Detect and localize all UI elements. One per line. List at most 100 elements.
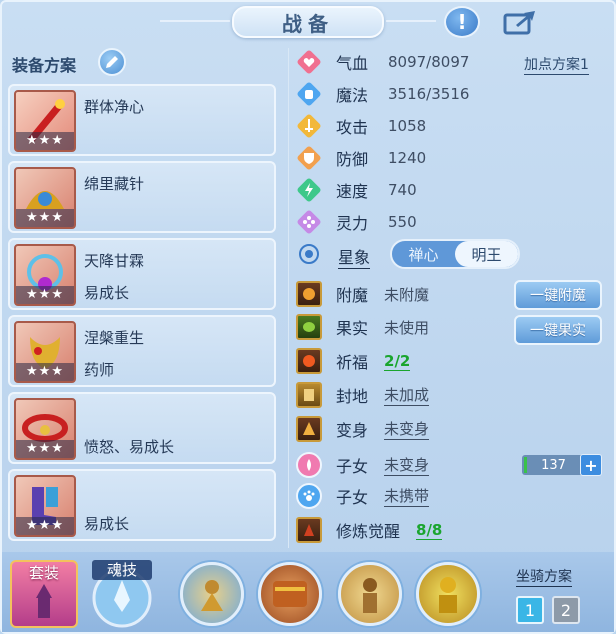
fruit-label: 果实: [336, 319, 369, 338]
stat-value: 8097/8097: [388, 53, 470, 71]
star-sign-link[interactable]: 星象: [338, 244, 371, 269]
fruit-value: 未使用: [384, 318, 430, 337]
plus-button[interactable]: +: [580, 454, 602, 476]
star-rating: ★★★: [16, 440, 74, 458]
soul-skill-button[interactable]: 魂技: [88, 560, 156, 628]
seal-row: 封地 未加成: [296, 381, 430, 409]
plan-list: ★★★ 群体净心 ★★★ 绵里藏针 ★★★ 天降甘霖 易成长 ★★★ 涅槃重生 …: [8, 84, 276, 546]
mount-plan-2-button[interactable]: 2: [552, 596, 580, 624]
golden-guardian-icon: [439, 577, 457, 613]
stat-row-defense: 防御 1240: [296, 145, 426, 171]
share-button[interactable]: [502, 6, 538, 38]
plan-sub: 药师: [84, 361, 115, 379]
child-value[interactable]: 未变身: [384, 454, 430, 476]
stat-value: 550: [388, 213, 417, 231]
star-rating: ★★★: [16, 517, 74, 535]
stat-row-speed: 速度 740: [296, 177, 417, 203]
child-counter: 137 +: [522, 454, 602, 476]
share-icon: [503, 11, 535, 35]
stat-row-spirit: 灵力 550: [296, 209, 417, 235]
stat-label: 速度: [336, 182, 369, 201]
lightning-icon: [296, 177, 322, 203]
suit-button[interactable]: 套装: [10, 560, 78, 628]
mount-plan-title: 坐骑方案: [516, 566, 572, 587]
one-click-enchant-button[interactable]: 一键附魔: [514, 280, 602, 310]
pagoda-icon: [36, 584, 52, 618]
stat-value: 1058: [388, 117, 427, 135]
title-ornament-left: [160, 20, 230, 22]
belt-icon: ★★★: [14, 398, 76, 460]
counter-value: 137: [541, 457, 566, 473]
bless-label: 祈福: [336, 353, 369, 372]
stat-label: 防御: [336, 150, 369, 169]
plan-item[interactable]: ★★★ 绵里藏针: [8, 161, 276, 233]
help-button[interactable]: !: [444, 6, 480, 38]
stat-label: 气血: [336, 54, 369, 73]
seal-value[interactable]: 未加成: [384, 384, 430, 406]
cultivate-value: 8/8: [416, 520, 443, 540]
child-value[interactable]: 未携带: [384, 485, 430, 507]
transform-row: 变身 未变身: [296, 415, 430, 443]
heart-icon: [296, 49, 322, 75]
plan-item[interactable]: ★★★ 易成长: [8, 469, 276, 541]
plan-item[interactable]: ★★★ 涅槃重生 药师: [8, 315, 276, 387]
stat-value: 1240: [388, 149, 427, 167]
stat-row-attack: 攻击 1058: [296, 113, 426, 139]
plan-sub: 愤怒、易成长: [84, 438, 175, 456]
enchant-value: 未附魔: [384, 285, 430, 304]
sword-icon: [296, 113, 322, 139]
stat-label: 攻击: [336, 118, 369, 137]
cultivate-label: 修炼觉醒: [336, 522, 401, 541]
mount-plan-1-button[interactable]: 1: [516, 596, 544, 624]
transform-label: 变身: [336, 421, 369, 440]
star-sign-toggle[interactable]: 禅心 明王: [390, 239, 520, 269]
lotus-icon: [296, 452, 322, 478]
plan-item[interactable]: ★★★ 愤怒、易成长: [8, 392, 276, 464]
skill-slot-3[interactable]: [338, 562, 402, 626]
helmet-icon: ★★★: [14, 167, 76, 229]
weapon-icon: ★★★: [14, 90, 76, 152]
edit-plan-button[interactable]: [98, 48, 126, 76]
toggle-option-mingwang[interactable]: 明王: [455, 241, 518, 267]
seal-icon: [296, 382, 322, 408]
child-row-2: 子女 未携带: [296, 482, 430, 510]
toggle-option-chanxin[interactable]: 禅心: [392, 241, 455, 267]
fruit-icon: [296, 314, 322, 340]
boots-icon: ★★★: [14, 475, 76, 537]
plan-item[interactable]: ★★★ 群体净心: [8, 84, 276, 156]
panel-divider: [288, 48, 289, 548]
stat-value: 740: [388, 181, 417, 199]
bless-icon: [296, 348, 322, 374]
child-row-1: 子女 未变身: [296, 451, 430, 479]
window-title: 战备: [282, 11, 334, 36]
skill-slot-4[interactable]: [416, 562, 480, 626]
child-label: 子女: [336, 457, 369, 476]
transform-value[interactable]: 未变身: [384, 418, 430, 440]
enchant-icon: [296, 281, 322, 307]
seal-label: 封地: [336, 387, 369, 406]
cultivate-row: 修炼觉醒 8/8: [296, 516, 443, 544]
plan-item[interactable]: ★★★ 天降甘霖 易成长: [8, 238, 276, 310]
paw-icon: [296, 483, 322, 509]
soul-skill-label: 魂技: [92, 560, 152, 580]
stat-row-hp: 气血 8097/8097: [296, 49, 469, 75]
cultivate-icon: [296, 517, 322, 543]
help-icon: !: [457, 10, 467, 34]
compass-icon: [296, 241, 322, 267]
spirit-icon: [296, 209, 322, 235]
fruit-row: 果实 未使用: [296, 313, 429, 341]
plan-sub: 易成长: [84, 284, 130, 302]
star-rating: ★★★: [16, 132, 74, 150]
addpoint-plan-link[interactable]: 加点方案1: [524, 54, 589, 75]
equipment-plan-title: 装备方案: [12, 56, 77, 75]
star-rating: ★★★: [16, 363, 74, 381]
enchant-label: 附魔: [336, 286, 369, 305]
child-label: 子女: [336, 488, 369, 507]
star-row: [296, 241, 322, 267]
bless-value: 2/2: [384, 351, 411, 371]
skill-slot-1[interactable]: [180, 562, 244, 626]
one-click-fruit-button[interactable]: 一键果实: [514, 315, 602, 345]
stat-label: 魔法: [336, 86, 369, 105]
stat-value: 3516/3516: [388, 85, 470, 103]
skill-slot-2[interactable]: [258, 562, 322, 626]
